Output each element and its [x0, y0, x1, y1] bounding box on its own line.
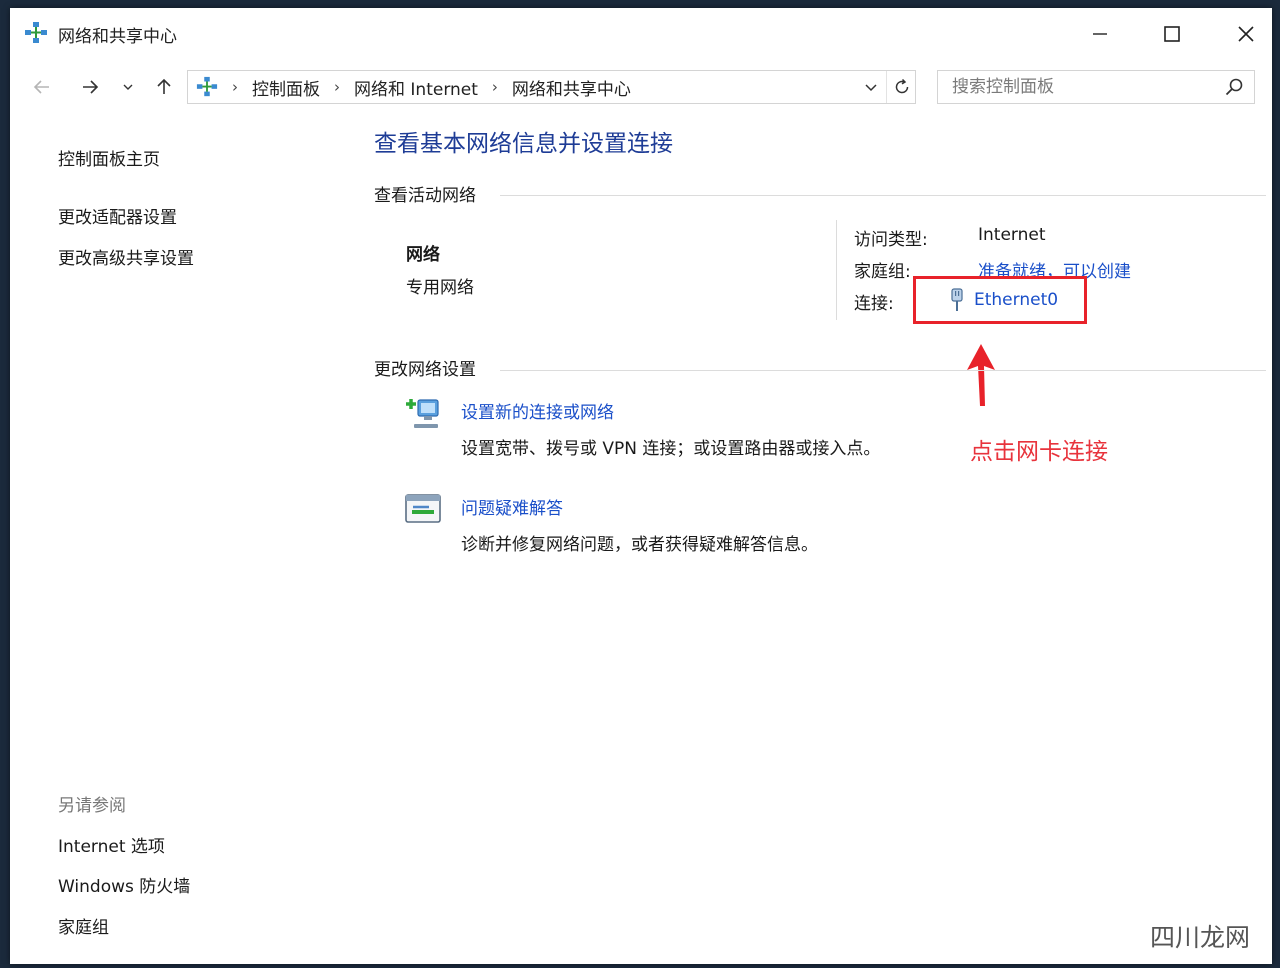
- window-title: 网络和共享中心: [58, 27, 177, 47]
- setup-new-connection-desc: 设置宽带、拨号或 VPN 连接；或设置路由器或接入点。: [461, 439, 881, 459]
- section-divider: [500, 195, 1266, 196]
- troubleshoot-link[interactable]: 问题疑难解答: [461, 494, 563, 519]
- network-type: 专用网络: [406, 278, 474, 298]
- sidebar-item-change-adapter-settings[interactable]: 更改适配器设置: [58, 203, 177, 228]
- see-also-title: 另请参阅: [58, 796, 126, 816]
- breadcrumb: › 控制面板 › 网络和 Internet › 网络和共享中心: [196, 71, 631, 103]
- page-title: 查看基本网络信息并设置连接: [374, 131, 673, 157]
- troubleshoot-icon: [404, 492, 442, 530]
- ethernet-icon: [951, 288, 963, 311]
- connection-label: 连接:: [854, 294, 894, 314]
- ethernet-connection-label: Ethernet0: [974, 290, 1059, 310]
- search-button[interactable]: [1220, 71, 1248, 103]
- homegroup-label: 家庭组:: [854, 262, 911, 282]
- change-settings-header: 更改网络设置: [374, 360, 476, 380]
- sidebar-item-control-panel-home[interactable]: 控制面板主页: [58, 145, 160, 170]
- breadcrumb-network-internet[interactable]: 网络和 Internet: [354, 75, 478, 100]
- arrow-up-icon: [157, 78, 171, 94]
- network-app-icon: [24, 21, 48, 49]
- network-sharing-center-window: 网络和共享中心 › 控制面板 › 网络和 Internet › 网络和共享中心 …: [10, 8, 1272, 964]
- forward-button[interactable]: [76, 72, 104, 102]
- annotation-text: 点击网卡连接: [970, 439, 1108, 465]
- breadcrumb-separator: ›: [491, 78, 498, 96]
- see-also-windows-firewall[interactable]: Windows 防火墙: [58, 872, 190, 897]
- search-input[interactable]: [938, 71, 1232, 103]
- search-icon: [1225, 78, 1243, 96]
- chevron-down-icon: [865, 84, 877, 92]
- search-box: [937, 70, 1255, 104]
- breadcrumb-network-sharing-center[interactable]: 网络和共享中心: [512, 75, 631, 100]
- setup-new-connection-link[interactable]: 设置新的连接或网络: [461, 398, 614, 423]
- access-type-label: 访问类型:: [854, 230, 928, 250]
- close-button[interactable]: [1214, 12, 1278, 56]
- breadcrumb-control-panel[interactable]: 控制面板: [252, 75, 320, 100]
- network-location-icon: [196, 76, 218, 97]
- navigation-bar: › 控制面板 › 网络和 Internet › 网络和共享中心: [10, 66, 1272, 110]
- section-divider: [500, 370, 1266, 371]
- troubleshoot-desc: 诊断并修复网络问题，或者获得疑难解答信息。: [461, 535, 818, 555]
- active-networks-header: 查看活动网络: [374, 186, 476, 206]
- maximize-button[interactable]: [1140, 12, 1204, 56]
- refresh-icon: [895, 78, 908, 94]
- minimize-icon: [1093, 33, 1107, 35]
- back-button[interactable]: [28, 72, 56, 102]
- network-info-divider: [836, 220, 837, 320]
- sidebar-item-change-advanced-sharing[interactable]: 更改高级共享设置: [58, 244, 194, 269]
- access-type-value: Internet: [978, 225, 1046, 245]
- arrow-right-icon: [83, 80, 99, 94]
- refresh-button[interactable]: [886, 71, 916, 103]
- up-button[interactable]: [150, 72, 178, 102]
- chevron-down-icon: [123, 84, 133, 90]
- address-bar[interactable]: › 控制面板 › 网络和 Internet › 网络和共享中心: [187, 70, 916, 104]
- maximize-icon: [1164, 26, 1180, 42]
- ethernet-connection-link[interactable]: Ethernet0: [950, 288, 1058, 312]
- network-name: 网络: [406, 245, 440, 265]
- arrow-left-icon: [33, 80, 49, 94]
- see-also-internet-options[interactable]: Internet 选项: [58, 832, 165, 857]
- red-arrow-icon: [967, 344, 995, 406]
- watermark: 四川龙网: [1150, 923, 1251, 952]
- breadcrumb-separator: ›: [334, 78, 340, 96]
- address-dropdown-button[interactable]: [858, 71, 884, 103]
- new-connection-icon: [404, 394, 444, 438]
- recent-locations-button[interactable]: [114, 72, 142, 102]
- minimize-button[interactable]: [1068, 12, 1132, 56]
- close-icon: [1238, 26, 1254, 42]
- see-also-homegroup[interactable]: 家庭组: [58, 913, 109, 938]
- breadcrumb-separator: ›: [232, 78, 238, 96]
- title-bar: 网络和共享中心: [10, 8, 1272, 60]
